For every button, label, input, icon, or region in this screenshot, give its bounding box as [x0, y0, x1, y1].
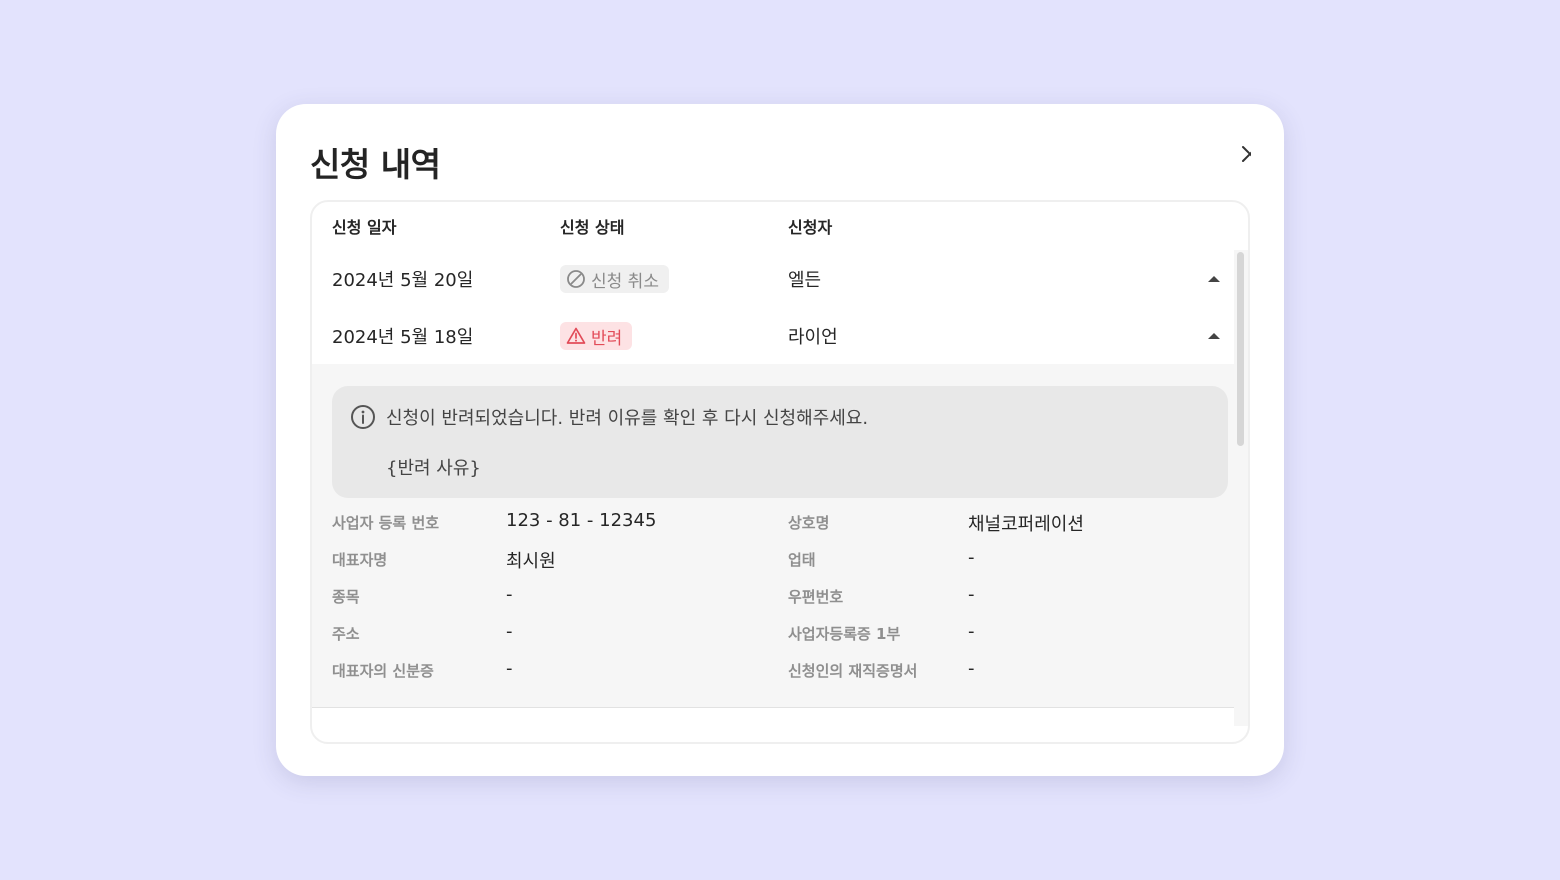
close-button[interactable] [1238, 142, 1262, 166]
status-badge-label: 신청 취소 [591, 271, 659, 292]
business-item-label: 종목 [332, 588, 360, 606]
postal-code-label: 우편번호 [788, 588, 844, 606]
history-table: 신청 일자 신청 상태 신청자 2024년 5월 20일 신청 취소 엘든 20… [310, 200, 1250, 744]
table-row[interactable]: 2024년 5월 18일 반려 라이언 [312, 309, 1232, 363]
info-icon [351, 405, 375, 429]
registration-cert-value: - [968, 621, 975, 642]
close-icon [1242, 146, 1251, 162]
application-history-modal: 신청 내역 신청 일자 신청 상태 신청자 2024년 5월 20일 신청 취소… [276, 104, 1284, 776]
row-applicant: 엘든 [788, 270, 822, 291]
rep-id-value: - [506, 658, 513, 679]
row-date: 2024년 5월 20일 [332, 270, 474, 291]
row-applicant: 라이언 [788, 327, 838, 348]
business-number-label: 사업자 등록 번호 [332, 514, 440, 532]
company-name-value: 채널코퍼레이션 [968, 514, 1084, 535]
column-header-status: 신청 상태 [560, 218, 625, 237]
warning-triangle-icon [566, 327, 586, 344]
caret-up-icon[interactable] [1207, 331, 1221, 341]
notice-message: 신청이 반려되었습니다. 반려 이유를 확인 후 다시 신청해주세요. [386, 408, 869, 429]
column-header-applicant: 신청자 [788, 218, 833, 237]
employment-cert-value: - [968, 658, 975, 679]
business-item-value: - [506, 584, 513, 605]
scrollbar[interactable] [1234, 250, 1248, 726]
rep-id-label: 대표자의 신분증 [332, 662, 434, 680]
representative-label: 대표자명 [332, 551, 388, 569]
row-date: 2024년 5월 18일 [332, 327, 474, 348]
representative-value: 최시원 [506, 551, 556, 572]
employment-cert-label: 신청인의 재직증명서 [788, 662, 918, 680]
prohibited-icon [567, 270, 585, 288]
caret-up-icon[interactable] [1207, 274, 1221, 284]
column-header-date: 신청 일자 [332, 218, 397, 237]
business-number-value: 123 - 81 - 12345 [506, 510, 657, 531]
rejection-notice: 신청이 반려되었습니다. 반려 이유를 확인 후 다시 신청해주세요. {반려 … [332, 386, 1228, 498]
scrollbar-thumb[interactable] [1237, 252, 1244, 446]
registration-cert-label: 사업자등록증 1부 [788, 625, 901, 643]
address-value: - [506, 621, 513, 642]
table-row[interactable]: 2024년 5월 20일 신청 취소 엘든 [312, 252, 1232, 306]
business-type-value: - [968, 547, 975, 568]
postal-code-value: - [968, 584, 975, 605]
address-label: 주소 [332, 625, 360, 643]
rejection-reason: {반려 사유} [386, 458, 481, 479]
row-detail-panel: 신청이 반려되었습니다. 반려 이유를 확인 후 다시 신청해주세요. {반려 … [312, 364, 1234, 708]
business-type-label: 업태 [788, 551, 816, 569]
status-badge: 신청 취소 [560, 265, 669, 293]
modal-title: 신청 내역 [310, 145, 441, 184]
company-name-label: 상호명 [788, 514, 830, 532]
status-badge-label: 반려 [591, 328, 623, 349]
status-badge: 반려 [560, 322, 633, 350]
